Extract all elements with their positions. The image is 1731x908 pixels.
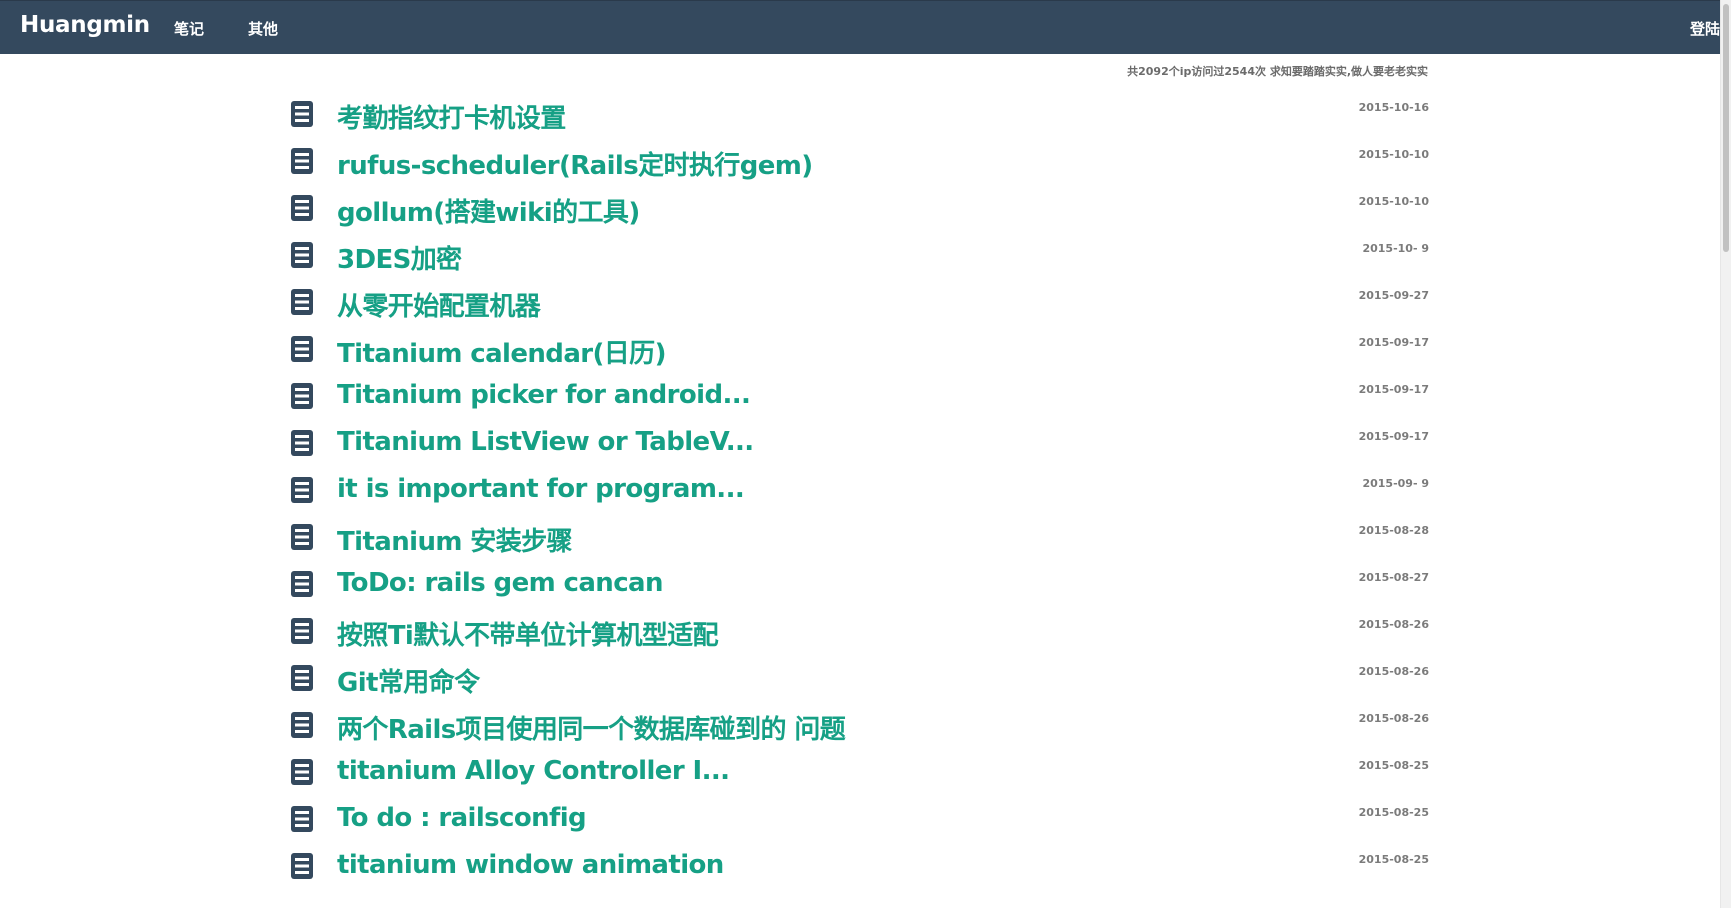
post-date: 2015-09-27 (1358, 289, 1429, 302)
post-title-link[interactable]: it is important for program... (337, 474, 745, 504)
post-list: 考勤指纹打卡机设置 2015-10-16 rufus-scheduler(Rails… (285, 94, 1429, 893)
document-icon (291, 195, 313, 221)
document-icon (291, 430, 313, 456)
post-list-item: Titanium calendar(日历) 2015-09-17 (285, 329, 1429, 376)
document-icon (291, 853, 313, 879)
post-date: 2015-08-28 (1358, 524, 1429, 537)
post-list-item: it is important for program... 2015-09- 9 (285, 470, 1429, 517)
post-title-link[interactable]: Git常用命令 (337, 662, 480, 699)
post-title-link[interactable]: 考勤指纹打卡机设置 (337, 98, 566, 135)
post-list-item: 考勤指纹打卡机设置 2015-10-16 (285, 94, 1429, 141)
post-list-item: 两个Rails项目使用同一个数据库碰到的 问题 2015-08-26 (285, 705, 1429, 752)
scrollbar-thumb[interactable] (1723, 4, 1729, 252)
post-date: 2015-08-26 (1358, 618, 1429, 631)
document-icon (291, 148, 313, 174)
post-title-link[interactable]: rufus-scheduler(Rails定时执行gem) (337, 145, 813, 182)
document-icon (291, 336, 313, 362)
post-title-link[interactable]: 从零开始配置机器 (337, 286, 541, 323)
document-icon (291, 477, 313, 503)
post-date: 2015-08-26 (1358, 665, 1429, 678)
post-list-item: Git常用命令 2015-08-26 (285, 658, 1429, 705)
nav-item-notes[interactable]: 笔记 (174, 18, 204, 39)
post-title-link[interactable]: Titanium calendar(日历) (337, 333, 666, 370)
post-list-item: 从零开始配置机器 2015-09-27 (285, 282, 1429, 329)
post-title-link[interactable]: Titanium picker for android... (337, 380, 751, 410)
post-list-item: Titanium picker for android... 2015-09-17 (285, 376, 1429, 423)
post-date: 2015-08-25 (1358, 759, 1429, 772)
document-icon (291, 571, 313, 597)
post-title-link[interactable]: 3DES加密 (337, 239, 462, 276)
document-icon (291, 712, 313, 738)
post-date: 2015-09-17 (1358, 336, 1429, 349)
post-list-item: rufus-scheduler(Rails定时执行gem) 2015-10-10 (285, 141, 1429, 188)
post-date: 2015-09-17 (1358, 430, 1429, 443)
post-date: 2015-10- 9 (1362, 242, 1429, 255)
post-title-link[interactable]: To do : railsconfig (337, 803, 587, 833)
visit-stats-text: 共2092个ip访问过2544次 求知要踏踏实实,做人要老老实实 (1127, 65, 1428, 78)
document-icon (291, 665, 313, 691)
document-icon (291, 101, 313, 127)
post-date: 2015-10-16 (1358, 101, 1429, 114)
login-link[interactable]: 登陆 (1690, 18, 1720, 39)
post-date: 2015-10-10 (1358, 148, 1429, 161)
post-date: 2015-08-25 (1358, 853, 1429, 866)
post-list-item: To do : railsconfig 2015-08-25 (285, 799, 1429, 846)
post-list-item: gollum(搭建wiki的工具) 2015-10-10 (285, 188, 1429, 235)
post-title-link[interactable]: 两个Rails项目使用同一个数据库碰到的 问题 (337, 709, 846, 746)
page-scrollbar[interactable] (1720, 0, 1731, 908)
document-icon (291, 524, 313, 550)
post-date: 2015-09-17 (1358, 383, 1429, 396)
post-title-link[interactable]: gollum(搭建wiki的工具) (337, 192, 640, 229)
post-list-item: Titanium 安装步骤 2015-08-28 (285, 517, 1429, 564)
document-icon (291, 759, 313, 785)
document-icon (291, 289, 313, 315)
post-title-link[interactable]: Titanium ListView or TableV... (337, 427, 754, 457)
post-list-item: 按照Ti默认不带单位计算机型适配 2015-08-26 (285, 611, 1429, 658)
post-list-item: titanium Alloy Controller I... 2015-08-25 (285, 752, 1429, 799)
post-list-item: ToDo: rails gem cancan 2015-08-27 (285, 564, 1429, 611)
post-list-item: Titanium ListView or TableV... 2015-09-17 (285, 423, 1429, 470)
post-title-link[interactable]: titanium Alloy Controller I... (337, 756, 730, 786)
post-date: 2015-09- 9 (1362, 477, 1429, 490)
document-icon (291, 806, 313, 832)
post-title-link[interactable]: 按照Ti默认不带单位计算机型适配 (337, 615, 719, 652)
post-title-link[interactable]: titanium window animation (337, 850, 724, 880)
post-date: 2015-08-27 (1358, 571, 1429, 584)
brand-logo-link[interactable]: Huangmin (20, 12, 150, 38)
post-title-link[interactable]: Titanium 安装步骤 (337, 521, 573, 558)
post-date: 2015-08-26 (1358, 712, 1429, 725)
document-icon (291, 618, 313, 644)
document-icon (291, 383, 313, 409)
top-navbar: Huangmin 笔记 其他 登陆 (0, 0, 1720, 54)
post-title-link[interactable]: ToDo: rails gem cancan (337, 568, 663, 598)
post-list-item: titanium window animation 2015-08-25 (285, 846, 1429, 893)
post-list-item: 3DES加密 2015-10- 9 (285, 235, 1429, 282)
post-date: 2015-08-25 (1358, 806, 1429, 819)
post-date: 2015-10-10 (1358, 195, 1429, 208)
nav-item-other[interactable]: 其他 (248, 18, 278, 39)
document-icon (291, 242, 313, 268)
